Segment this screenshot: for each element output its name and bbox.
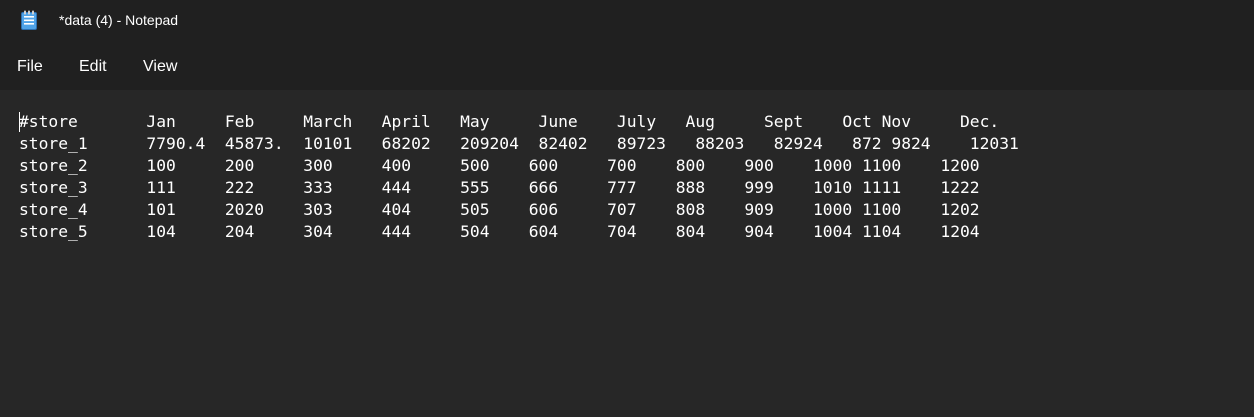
text-caret [19,112,20,132]
text-line: store_5 104 204 304 444 504 604 704 804 … [19,222,980,241]
menu-edit[interactable]: Edit [79,58,107,76]
text-line: store_1 7790.4 45873. 10101 68202 209204… [19,134,1019,153]
menu-file[interactable]: File [17,58,43,76]
menu-view[interactable]: View [143,58,177,76]
text-line: store_2 100 200 300 400 500 600 700 800 … [19,156,980,175]
document-text[interactable]: #store Jan Feb March April May June July… [19,111,1019,243]
text-line: store_4 101 2020 303 404 505 606 707 808… [19,200,980,219]
notepad-window: *data (4) - Notepad File Edit View #stor… [0,0,1254,417]
title-bar[interactable]: *data (4) - Notepad [0,0,1254,42]
menu-bar: File Edit View [0,42,1254,90]
text-line: #store Jan Feb March April May June July… [19,112,1000,131]
window-title: *data (4) - Notepad [59,12,179,28]
text-editor[interactable]: #store Jan Feb March April May June July… [0,90,1254,417]
text-line: store_3 111 222 333 444 555 666 777 888 … [19,178,980,197]
notepad-icon [21,10,37,30]
